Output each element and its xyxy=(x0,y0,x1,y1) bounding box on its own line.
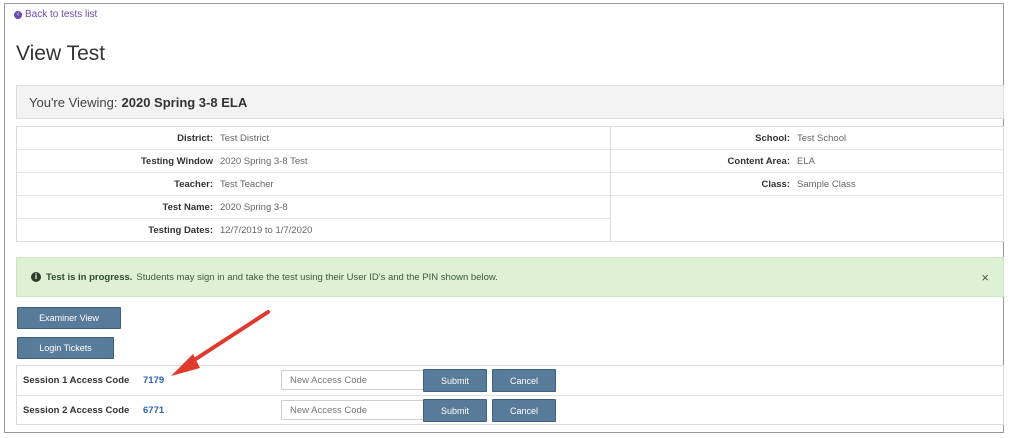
alert-message: Students may sign in and take the test u… xyxy=(136,271,498,283)
test-name-value: 2020 Spring 3-8 xyxy=(220,201,288,213)
session-row: Session 2 Access Code 6771 Submit Cancel xyxy=(17,396,1003,425)
red-arrow-annotation xyxy=(171,310,270,376)
back-to-tests-link[interactable]: ‹ Back to tests list xyxy=(14,9,97,20)
login-tickets-button[interactable]: Login Tickets xyxy=(17,337,114,359)
detail-row-empty xyxy=(611,196,1003,241)
viewing-test-name: 2020 Spring 3-8 ELA xyxy=(121,94,248,110)
detail-row-content-area: Content Area: ELA xyxy=(611,150,1003,173)
session-1-label: Session 1 Access Code xyxy=(23,375,130,386)
teacher-label: Teacher: xyxy=(174,178,213,190)
district-label: District: xyxy=(177,132,213,144)
testing-dates-label: Testing Dates: xyxy=(148,224,213,236)
session-1-code[interactable]: 7179 xyxy=(143,375,164,386)
session-2-label: Session 2 Access Code xyxy=(23,405,130,416)
viewing-prefix: You're Viewing: xyxy=(29,94,118,110)
close-icon[interactable]: × xyxy=(981,270,989,285)
alert-bold-text: Test is in progress. xyxy=(46,271,133,283)
session-1-submit-button[interactable]: Submit xyxy=(423,369,487,392)
session-2-code[interactable]: 6771 xyxy=(143,405,164,416)
testing-dates-value: 12/7/2019 to 1/7/2020 xyxy=(220,224,313,236)
school-value: Test School xyxy=(797,132,847,144)
session-2-new-code-input[interactable] xyxy=(281,400,427,420)
district-value: Test District xyxy=(220,132,270,144)
testing-window-value: 2020 Spring 3-8 Test xyxy=(220,155,308,167)
detail-row-test-name: Test Name: 2020 Spring 3-8 xyxy=(17,196,610,219)
back-link-label[interactable]: Back to tests list xyxy=(25,9,97,20)
class-label: Class: xyxy=(761,178,790,190)
detail-row-teacher: Teacher: Test Teacher xyxy=(17,173,610,196)
detail-row-class: Class: Sample Class xyxy=(611,173,1003,196)
arrow-shaft xyxy=(183,310,270,368)
teacher-value: Test Teacher xyxy=(220,178,274,190)
session-2-cancel-button[interactable]: Cancel xyxy=(492,399,556,422)
school-label: School: xyxy=(755,132,790,144)
session-2-submit-button[interactable]: Submit xyxy=(423,399,487,422)
testing-window-label: Testing Window xyxy=(140,155,213,167)
session-1-new-code-input[interactable] xyxy=(281,370,427,390)
page-title: View Test xyxy=(16,42,106,65)
examiner-view-button[interactable]: Examiner View xyxy=(17,307,121,329)
detail-row-testing-dates: Testing Dates: 12/7/2019 to 1/7/2020 xyxy=(17,219,610,241)
detail-row-school: School: Test School xyxy=(611,127,1003,150)
content-area-label: Content Area: xyxy=(727,155,790,167)
back-circle-icon: ‹ xyxy=(14,10,22,19)
test-details-table: District: Test District Testing Window 2… xyxy=(16,126,1004,242)
test-in-progress-alert: i Test is in progress. Students may sign… xyxy=(16,257,1004,297)
details-left-column: District: Test District Testing Window 2… xyxy=(17,127,611,241)
detail-row-district: District: Test District xyxy=(17,127,610,150)
content-area-value: ELA xyxy=(797,155,815,167)
detail-row-testing-window: Testing Window 2020 Spring 3-8 Test xyxy=(17,150,610,173)
session-1-cancel-button[interactable]: Cancel xyxy=(492,369,556,392)
class-value: Sample Class xyxy=(797,178,856,190)
details-right-column: School: Test School Content Area: ELA Cl… xyxy=(611,127,1003,241)
viewing-bar: You're Viewing: 2020 Spring 3-8 ELA xyxy=(16,85,1004,119)
info-icon: i xyxy=(31,272,41,282)
test-name-label: Test Name: xyxy=(162,201,213,213)
